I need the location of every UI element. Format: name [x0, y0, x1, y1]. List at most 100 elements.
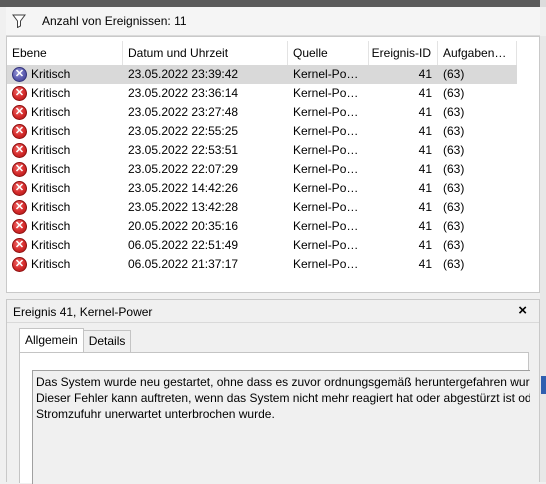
- details-titlebar: Ereignis 41, Kernel-Power ×: [7, 300, 539, 323]
- table-row[interactable]: ✕ Kritisch 23.05.2022 23:36:14 Kernel-Po… 41…: [7, 84, 517, 103]
- details-tabs: Allgemein Details: [19, 328, 132, 352]
- cell-datetime: 23.05.2022 23:36:14: [128, 86, 239, 100]
- cell-event-id: 41: [418, 181, 432, 195]
- cell-task-category: (63): [443, 238, 465, 252]
- tab-general-content: Das System wurde neu gestartet, ohne das…: [19, 352, 530, 484]
- level-label: Kritisch: [31, 162, 71, 176]
- event-list[interactable]: Ebene Datum und Uhrzeit Quelle Ereignis-…: [6, 36, 540, 293]
- column-header-source[interactable]: Quelle: [288, 41, 369, 65]
- cell-level: ✕ Kritisch: [7, 103, 123, 122]
- level-label: Kritisch: [31, 124, 71, 138]
- critical-error-icon: ✕: [12, 181, 27, 196]
- event-details-panel: Ereignis 41, Kernel-Power × Allgemein De…: [6, 299, 540, 484]
- cell-level: ✕ Kritisch: [7, 141, 123, 160]
- cell-level: ✕ Kritisch: [7, 160, 123, 179]
- cell-event-id: 41: [418, 257, 432, 271]
- cell-source: Kernel-Po…: [293, 200, 359, 214]
- level-label: Kritisch: [31, 200, 71, 214]
- level-label: Kritisch: [31, 143, 71, 157]
- critical-error-icon: ✕: [12, 238, 27, 253]
- column-header-datetime[interactable]: Datum und Uhrzeit: [123, 41, 288, 65]
- cell-level: ✕ Kritisch: [7, 179, 123, 198]
- tab-details[interactable]: Details: [82, 330, 132, 352]
- cell-datetime: 23.05.2022 13:42:28: [128, 200, 239, 214]
- table-header: Ebene Datum und Uhrzeit Quelle Ereignis-…: [7, 41, 517, 65]
- cell-source: Kernel-Po…: [293, 143, 359, 157]
- cell-level: ✕ Kritisch: [7, 65, 123, 84]
- table-row[interactable]: ✕ Kritisch 23.05.2022 22:53:51 Kernel-Po… 41…: [7, 141, 517, 160]
- level-label: Kritisch: [31, 86, 71, 100]
- cell-datetime: 23.05.2022 22:07:29: [128, 162, 239, 176]
- cell-level: ✕ Kritisch: [7, 122, 123, 141]
- table-row[interactable]: ✕ Kritisch 06.05.2022 21:37:17 Kernel-Po… 41…: [7, 255, 517, 274]
- level-label: Kritisch: [31, 67, 71, 81]
- column-header-task-category[interactable]: Aufgaben…: [438, 41, 517, 65]
- cell-source: Kernel-Po…: [293, 86, 359, 100]
- column-header-level[interactable]: Ebene: [7, 41, 123, 65]
- description-line: Stromzufuhr unerwartet unterbrochen wurd…: [36, 407, 275, 421]
- description-line: Das System wurde neu gestartet, ohne das…: [36, 375, 530, 389]
- window-top-strip: [0, 0, 546, 7]
- funnel-icon[interactable]: [12, 14, 26, 29]
- critical-error-icon: ✕: [12, 67, 27, 82]
- cell-event-id: 41: [418, 124, 432, 138]
- cell-task-category: (63): [443, 124, 465, 138]
- critical-error-icon: ✕: [12, 219, 27, 234]
- table-row[interactable]: ✕ Kritisch 23.05.2022 22:55:25 Kernel-Po… 41…: [7, 122, 517, 141]
- event-description-box[interactable]: Das System wurde neu gestartet, ohne das…: [32, 370, 530, 484]
- cell-event-id: 41: [418, 105, 432, 119]
- right-edge-scrollbar[interactable]: [540, 36, 546, 482]
- cell-source: Kernel-Po…: [293, 124, 359, 138]
- cell-level: ✕ Kritisch: [7, 84, 123, 103]
- filter-bar: Anzahl von Ereignissen: 11: [6, 7, 540, 36]
- level-label: Kritisch: [31, 181, 71, 195]
- cell-event-id: 41: [418, 67, 432, 81]
- cell-datetime: 06.05.2022 22:51:49: [128, 238, 239, 252]
- table-row[interactable]: ✕ Kritisch 23.05.2022 23:39:42 Kernel-Po… 41…: [7, 65, 517, 84]
- cell-event-id: 41: [418, 162, 432, 176]
- cell-datetime: 23.05.2022 22:53:51: [128, 143, 239, 157]
- critical-error-icon: ✕: [12, 124, 27, 139]
- cell-event-id: 41: [418, 200, 432, 214]
- table-row[interactable]: ✕ Kritisch 06.05.2022 22:51:49 Kernel-Po… 41…: [7, 236, 517, 255]
- cell-source: Kernel-Po…: [293, 238, 359, 252]
- level-label: Kritisch: [31, 238, 71, 252]
- column-header-event-id[interactable]: Ereignis-ID: [369, 41, 438, 65]
- table-row[interactable]: ✕ Kritisch 23.05.2022 22:07:29 Kernel-Po… 41…: [7, 160, 517, 179]
- cell-task-category: (63): [443, 181, 465, 195]
- cell-task-category: (63): [443, 219, 465, 233]
- critical-error-icon: ✕: [12, 200, 27, 215]
- level-label: Kritisch: [31, 257, 71, 271]
- event-description-text: Das System wurde neu gestartet, ohne das…: [33, 374, 530, 422]
- table-row[interactable]: ✕ Kritisch 20.05.2022 20:35:16 Kernel-Po… 41…: [7, 217, 517, 236]
- critical-error-icon: ✕: [12, 257, 27, 272]
- cell-event-id: 41: [418, 238, 432, 252]
- level-label: Kritisch: [31, 105, 71, 119]
- cell-event-id: 41: [418, 86, 432, 100]
- cell-source: Kernel-Po…: [293, 257, 359, 271]
- cell-task-category: (63): [443, 162, 465, 176]
- description-line: Dieser Fehler kann auftreten, wenn das S…: [36, 391, 530, 405]
- cell-source: Kernel-Po…: [293, 105, 359, 119]
- cell-datetime: 23.05.2022 14:42:26: [128, 181, 239, 195]
- table-body: ✕ Kritisch 23.05.2022 23:39:42 Kernel-Po… 41…: [7, 65, 517, 274]
- critical-error-icon: ✕: [12, 162, 27, 177]
- table-row[interactable]: ✕ Kritisch 23.05.2022 23:27:48 Kernel-Po… 41…: [7, 103, 517, 122]
- tab-general[interactable]: Allgemein: [19, 328, 84, 352]
- cell-task-category: (63): [443, 143, 465, 157]
- cell-task-category: (63): [443, 86, 465, 100]
- table-row[interactable]: ✕ Kritisch 23.05.2022 13:42:28 Kernel-Po… 41…: [7, 198, 517, 217]
- critical-error-icon: ✕: [12, 105, 27, 120]
- cell-datetime: 06.05.2022 21:37:17: [128, 257, 239, 271]
- cell-datetime: 20.05.2022 20:35:16: [128, 219, 239, 233]
- cell-task-category: (63): [443, 105, 465, 119]
- close-icon[interactable]: ×: [518, 302, 527, 319]
- critical-error-icon: ✕: [12, 143, 27, 158]
- cell-source: Kernel-Po…: [293, 181, 359, 195]
- cell-task-category: (63): [443, 257, 465, 271]
- table-row[interactable]: ✕ Kritisch 23.05.2022 14:42:26 Kernel-Po… 41…: [7, 179, 517, 198]
- cell-event-id: 41: [418, 219, 432, 233]
- cell-task-category: (63): [443, 67, 465, 81]
- cell-datetime: 23.05.2022 23:27:48: [128, 105, 239, 119]
- cell-datetime: 23.05.2022 23:39:42: [128, 67, 239, 81]
